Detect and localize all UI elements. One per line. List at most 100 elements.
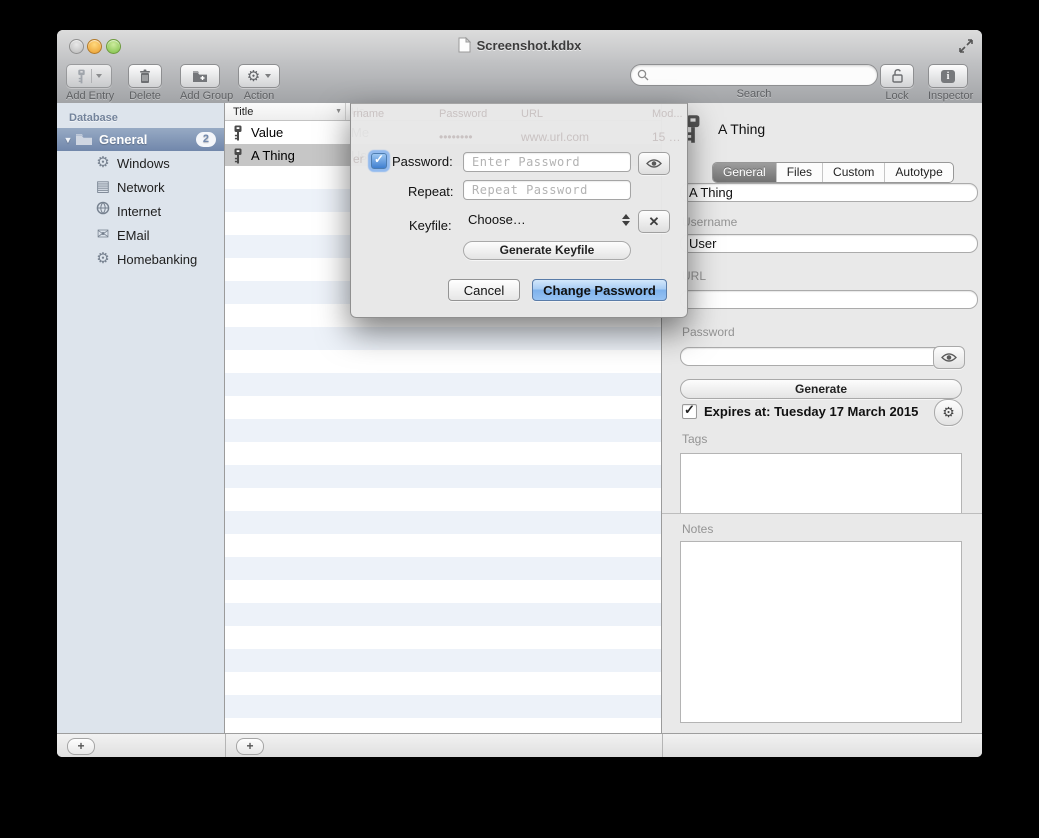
- close-icon: ✕: [649, 214, 660, 230]
- expires-row: Expires at: Tuesday 17 March 2015: [682, 404, 918, 419]
- sidebar-item-email[interactable]: ✉ EMail: [57, 223, 224, 247]
- tags-label: Tags: [682, 432, 707, 446]
- password-row: Password:: [371, 153, 453, 169]
- add-group-button[interactable]: Add Group: [180, 64, 233, 102]
- ghost-username: er: [353, 152, 364, 166]
- window-title: Screenshot.kdbx: [477, 38, 582, 53]
- sidebar-item-internet[interactable]: Internet: [57, 199, 224, 223]
- add-entry-footer-button[interactable]: +: [236, 738, 264, 755]
- generate-button[interactable]: Generate: [680, 379, 962, 399]
- ghost-modified: 15 …: [652, 130, 681, 144]
- app-window: Screenshot.kdbx Add Entry Delete: [57, 30, 982, 757]
- key-icon: [231, 148, 245, 164]
- sidebar-item-homebanking[interactable]: ⚙ Homebanking: [57, 247, 224, 271]
- sidebar-item-label: EMail: [117, 228, 150, 243]
- tab-autotype[interactable]: Autotype: [884, 163, 952, 182]
- trash-icon: [139, 69, 151, 84]
- lock-open-icon: [890, 68, 905, 84]
- ghost-header-password: Password: [439, 108, 487, 120]
- bottom-bar: + +: [57, 733, 982, 757]
- folder-plus-icon: [192, 70, 208, 83]
- key-icon: [76, 69, 87, 84]
- change-password-button[interactable]: Change Password: [532, 279, 667, 301]
- ghost-url: www.url.com: [521, 130, 589, 144]
- gear-icon: ⚙: [93, 247, 113, 271]
- repeat-label: Repeat:: [408, 184, 454, 199]
- action-button[interactable]: ⚙ Action: [238, 64, 280, 102]
- sidebar: Database ▼ General 2 ⚙ Windows ▤ Network: [57, 103, 225, 733]
- tags-field[interactable]: [680, 453, 962, 513]
- sidebar-item-label: Homebanking: [117, 252, 197, 267]
- entry-title: Value: [245, 125, 351, 140]
- expires-options-button[interactable]: ⚙: [934, 399, 963, 426]
- folder-icon: [75, 133, 93, 146]
- username-label: Username: [682, 215, 737, 229]
- info-icon: i: [941, 70, 955, 83]
- inspector-panel: A Thing General Files Custom Autotype A …: [662, 103, 982, 733]
- envelope-icon: ✉: [93, 223, 113, 247]
- password-input[interactable]: [463, 152, 631, 172]
- password-checkbox[interactable]: [371, 153, 387, 169]
- generate-keyfile-button[interactable]: Generate Keyfile: [463, 241, 631, 260]
- eye-icon: [646, 158, 662, 169]
- password-field[interactable]: [680, 347, 944, 366]
- show-password-button[interactable]: [638, 152, 670, 175]
- fullscreen-icon[interactable]: [958, 38, 974, 54]
- pane-divider[interactable]: [662, 513, 982, 514]
- keyfile-popup[interactable]: Choose…: [468, 212, 630, 227]
- tab-general[interactable]: General: [713, 163, 776, 182]
- lock-button[interactable]: Lock: [880, 64, 914, 102]
- add-entry-button[interactable]: Add Entry: [66, 64, 114, 102]
- server-icon: ▤: [93, 175, 113, 199]
- column-header-title[interactable]: Title ▼: [225, 106, 345, 118]
- sidebar-item-network[interactable]: ▤ Network: [57, 175, 224, 199]
- password-label: Password: [682, 325, 735, 339]
- divider: [662, 734, 663, 757]
- inspector-header: A Thing: [682, 113, 765, 145]
- url-field[interactable]: [680, 290, 978, 309]
- add-group-footer-button[interactable]: +: [67, 738, 95, 755]
- inspector-entry-title: A Thing: [718, 121, 765, 137]
- sidebar-item-label: Windows: [117, 156, 170, 171]
- globe-icon: [93, 199, 113, 223]
- chevron-down-icon: [265, 74, 271, 78]
- stepper-icon: [622, 214, 630, 226]
- ghost-password-dots: ••••••••: [439, 130, 473, 144]
- gear-icon: ⚙: [247, 69, 260, 84]
- delete-button[interactable]: Delete: [128, 64, 162, 102]
- ghost-header-username: rname: [353, 108, 384, 120]
- inspector-button[interactable]: i Inspector: [928, 64, 973, 102]
- title-field[interactable]: A Thing: [680, 183, 978, 202]
- tab-files[interactable]: Files: [776, 163, 822, 182]
- repeat-input[interactable]: [463, 180, 631, 200]
- sidebar-item-general[interactable]: ▼ General 2: [57, 128, 224, 151]
- inspector-tabs: General Files Custom Autotype: [712, 162, 954, 183]
- sidebar-section-header: Database: [57, 103, 224, 128]
- expires-checkbox[interactable]: [682, 404, 697, 419]
- show-password-button[interactable]: [933, 346, 965, 369]
- search-input[interactable]: [630, 64, 878, 86]
- tab-custom[interactable]: Custom: [822, 163, 884, 182]
- notes-label: Notes: [682, 522, 713, 536]
- clear-keyfile-button[interactable]: ✕: [638, 210, 670, 233]
- cancel-button[interactable]: Cancel: [448, 279, 520, 301]
- sidebar-item-windows[interactable]: ⚙ Windows: [57, 151, 224, 175]
- titlebar: Screenshot.kdbx: [57, 30, 982, 60]
- search-icon: [637, 69, 649, 81]
- change-password-dialog: rname Password URL Mod... •••••••• www.u…: [350, 103, 688, 318]
- password-label: Password:: [392, 154, 453, 169]
- username-field[interactable]: User: [680, 234, 978, 253]
- sidebar-item-label: General: [99, 132, 147, 147]
- entry-title: A Thing: [245, 148, 351, 163]
- ghost-header-url: URL: [521, 108, 543, 120]
- keyfile-value: Choose…: [468, 212, 526, 227]
- count-badge: 2: [196, 132, 216, 147]
- window-title-group: Screenshot.kdbx: [57, 30, 982, 60]
- disclosure-triangle-icon[interactable]: ▼: [61, 135, 75, 145]
- gear-icon: ⚙: [93, 151, 113, 175]
- divider: [225, 734, 226, 757]
- notes-field[interactable]: [680, 541, 962, 723]
- key-icon: [231, 125, 245, 141]
- keyfile-label: Keyfile:: [409, 218, 452, 233]
- chevron-down-icon: [96, 74, 102, 78]
